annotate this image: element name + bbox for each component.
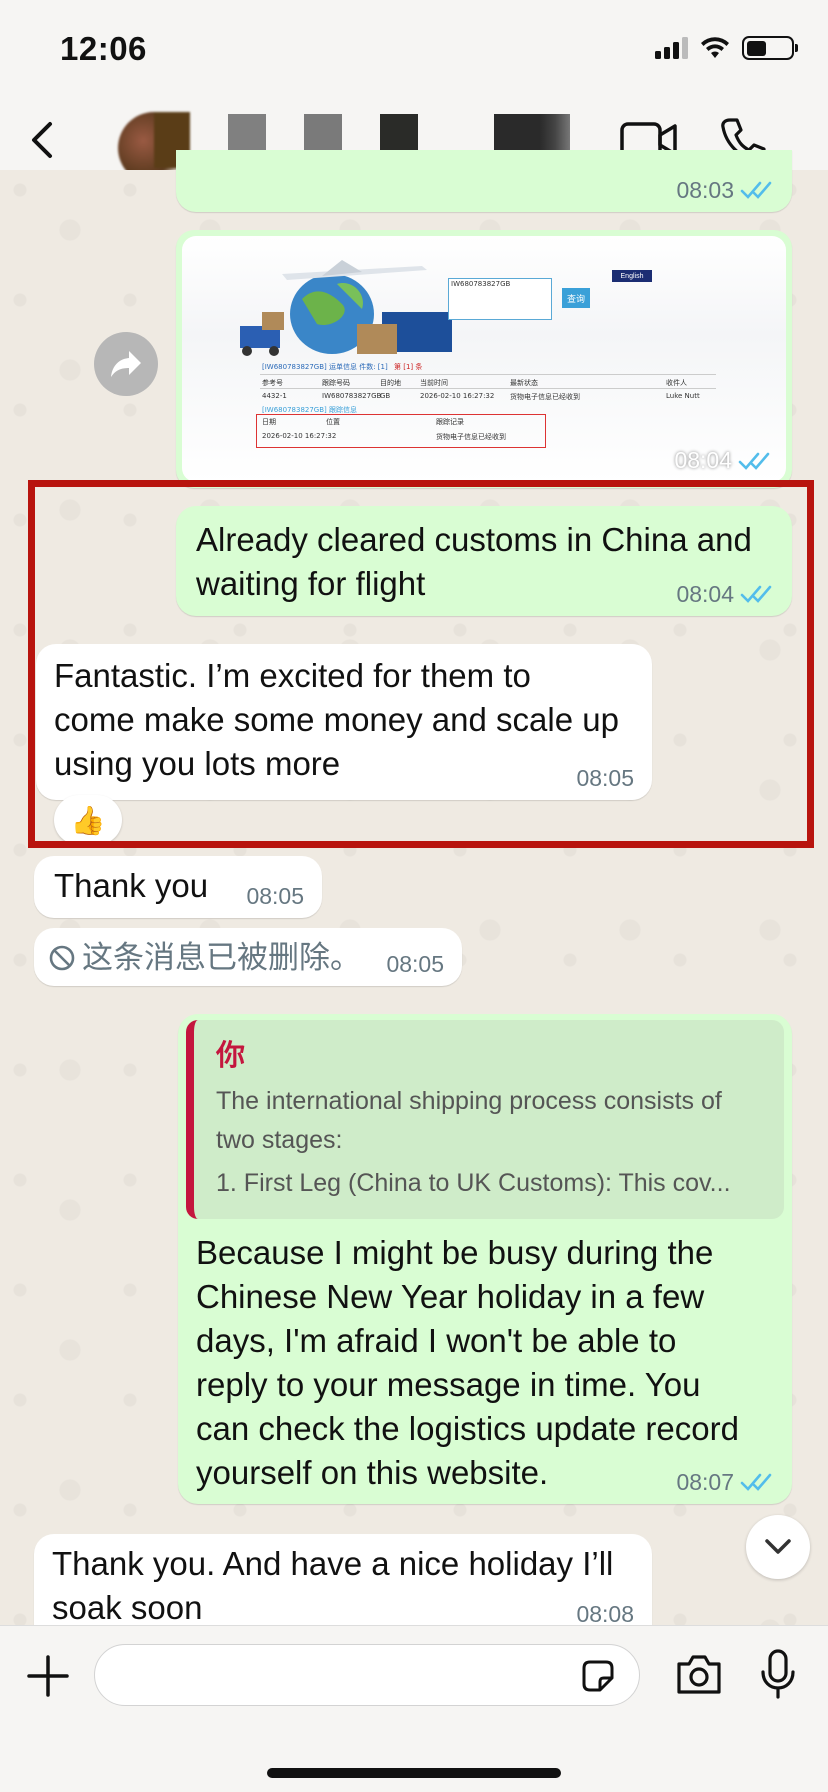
camera-icon[interactable] (675, 1652, 723, 1696)
composer-bar (0, 1625, 828, 1792)
battery-icon (742, 36, 798, 60)
message-meta: 08:08 (576, 1602, 634, 1626)
query-button-image: 查询 (562, 288, 590, 308)
message-bubble-outgoing[interactable]: 08:03 (176, 150, 792, 212)
message-time: 08:05 (246, 883, 304, 909)
message-bubble-outgoing[interactable]: 你 The international shipping process con… (178, 1014, 792, 1504)
forward-button[interactable] (94, 332, 158, 396)
quote-text-truncated: 1. First Leg (China to UK Customs): This… (216, 1169, 731, 1197)
status-icons (655, 36, 798, 60)
message-input[interactable] (94, 1644, 640, 1706)
message-time: 08:08 (576, 1601, 634, 1626)
blocked-icon (49, 945, 75, 971)
shipping-tracking-screenshot[interactable]: IW680783827GB 查询 English [IW680783827GB]… (182, 236, 786, 482)
message-bubble-incoming[interactable]: Thank you. And have a nice holiday I’ll … (34, 1534, 652, 1626)
image-message[interactable]: IW680783827GB 查询 English [IW680783827GB]… (176, 230, 792, 488)
message-meta: 08:03 (676, 178, 774, 202)
microphone-icon[interactable] (760, 1648, 796, 1700)
tracking-input-image: IW680783827GB (448, 278, 552, 320)
message-text: 这条消息已被删除。 (82, 940, 361, 975)
message-text: Thank you (54, 867, 209, 904)
message-time: 08:04 (676, 581, 734, 607)
double-check-icon (740, 181, 772, 199)
message-meta: 08:05 (386, 952, 444, 976)
message-time: 08:04 (674, 447, 732, 473)
message-meta: 08:05 (246, 884, 304, 908)
message-text: Fantastic. I’m excited for them to come … (54, 657, 619, 782)
message-time: 08:05 (576, 765, 634, 791)
status-bar: 12:06 (0, 0, 828, 100)
message-bubble-deleted[interactable]: 这条消息已被删除。 08:05 (34, 928, 462, 986)
double-check-icon (738, 452, 770, 470)
wifi-icon (701, 37, 729, 58)
message-text: Thank you. And have a nice holiday I’ll … (52, 1545, 614, 1626)
quote-author: 你 (216, 1040, 246, 1072)
message-bubble-incoming[interactable]: Fantastic. I’m excited for them to come … (36, 644, 652, 800)
english-button-image: English (612, 270, 652, 282)
tracking-record-highlight (256, 414, 546, 448)
chevron-down-icon (765, 1539, 791, 1554)
message-meta: 08:04 (676, 582, 774, 606)
cellular-signal-icon (655, 37, 688, 59)
logistics-illustration (240, 260, 452, 356)
forward-arrow-icon (111, 351, 141, 377)
message-time: 08:05 (386, 951, 444, 977)
reaction-thumbs-up[interactable]: 👍 (54, 795, 122, 845)
message-text: Because I might be busy during the Chine… (196, 1234, 739, 1491)
message-meta: 08:05 (576, 766, 634, 790)
message-meta: 08:04 (674, 447, 772, 474)
sticker-icon[interactable] (578, 1656, 618, 1696)
double-check-icon (740, 585, 772, 603)
message-time: 08:03 (676, 177, 734, 203)
quote-text: The international shipping process consi… (216, 1087, 722, 1154)
scroll-to-bottom-button[interactable] (746, 1515, 810, 1579)
plus-icon[interactable] (26, 1654, 70, 1698)
message-time: 08:07 (676, 1469, 734, 1495)
chevron-left-icon[interactable] (22, 116, 66, 164)
message-bubble-outgoing[interactable]: Already cleared customs in China and wai… (176, 506, 792, 616)
home-indicator (267, 1768, 561, 1778)
quoted-message[interactable]: 你 The international shipping process con… (186, 1020, 784, 1219)
message-bubble-incoming[interactable]: Thank you 08:05 (34, 856, 322, 918)
double-check-icon (740, 1473, 772, 1491)
message-meta: 08:07 (676, 1470, 774, 1494)
status-time: 12:06 (60, 30, 147, 67)
